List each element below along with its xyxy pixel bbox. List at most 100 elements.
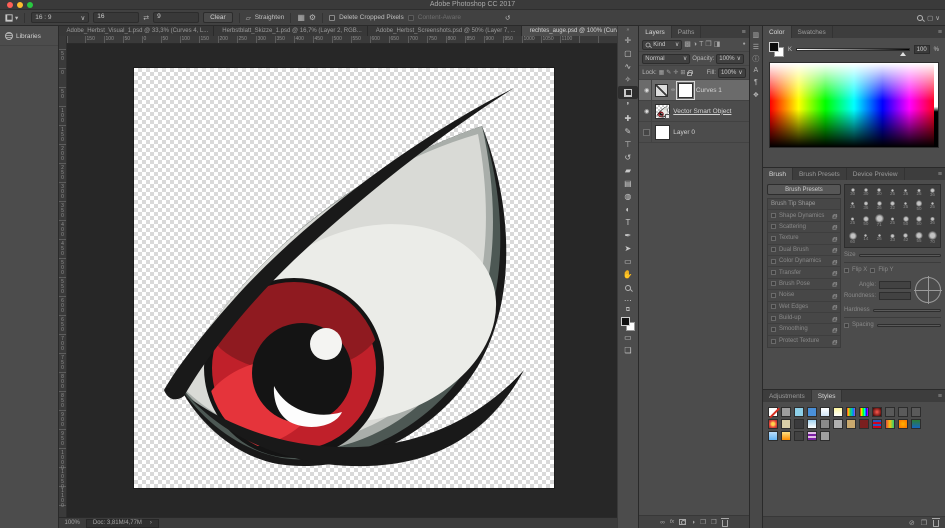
roundness-field[interactable] — [879, 292, 911, 300]
k-slider-thumb[interactable] — [900, 52, 906, 56]
brush-preset[interactable]: 50 — [912, 213, 925, 230]
crop-options-gear-icon[interactable]: ⚙ — [309, 13, 316, 22]
brush-presets-button[interactable]: Brush Presets — [767, 184, 841, 195]
style-swatch[interactable] — [820, 407, 830, 417]
style-swatch[interactable] — [898, 419, 908, 429]
lock-transparency-icon[interactable]: ▦ — [659, 70, 665, 76]
rectangular-marquee-tool[interactable]: ▢ — [618, 47, 638, 60]
tab-swatches[interactable]: Swatches — [792, 26, 833, 38]
reset-tool-icon[interactable]: ↺ — [505, 14, 510, 22]
section-checkbox[interactable] — [771, 259, 776, 264]
foreground-color-chip[interactable] — [769, 42, 779, 52]
brush-section-noise[interactable]: Noise — [768, 290, 840, 301]
lasso-tool[interactable]: ∿ — [618, 60, 638, 73]
brush-preset[interactable]: 50 — [912, 198, 925, 212]
style-swatch[interactable] — [807, 431, 817, 441]
lock-artboard-icon[interactable]: ⊞ — [680, 70, 685, 76]
curves-thumbnail[interactable] — [655, 84, 668, 97]
brush-angle-preview[interactable] — [915, 277, 941, 303]
layer-name[interactable]: Layer 0 — [673, 129, 695, 136]
edit-toolbar-button[interactable]: ⋯ — [618, 294, 638, 307]
section-checkbox[interactable] — [771, 304, 776, 309]
flip-x-checkbox[interactable] — [844, 268, 849, 273]
style-swatch[interactable] — [820, 431, 830, 441]
eyedropper-tool[interactable]: ❜ — [618, 99, 638, 112]
brush-section-wet-edges[interactable]: Wet Edges — [768, 302, 840, 313]
filter-type-layers-icon[interactable]: T — [699, 41, 703, 48]
angle-field[interactable] — [879, 281, 911, 289]
style-swatch[interactable] — [807, 419, 817, 429]
spot-healing-brush-tool[interactable]: ✚ — [618, 112, 638, 125]
tab-color[interactable]: Color — [763, 26, 792, 38]
style-swatch[interactable] — [885, 407, 895, 417]
section-checkbox[interactable] — [771, 270, 776, 275]
clone-stamp-tool[interactable]: ⊤ — [618, 138, 638, 151]
section-checkbox[interactable] — [771, 281, 776, 286]
brush-section-build-up[interactable]: Build-up — [768, 313, 840, 324]
style-swatch[interactable] — [794, 407, 804, 417]
style-swatch[interactable] — [898, 407, 908, 417]
brush-preset[interactable]: 32 — [886, 198, 899, 212]
style-swatch[interactable] — [781, 407, 791, 417]
zoom-level-field[interactable]: 100% — [65, 520, 80, 526]
spacing-checkbox[interactable] — [844, 323, 849, 328]
pen-tool[interactable]: ✒ — [618, 229, 638, 242]
add-layer-mask-icon[interactable] — [679, 519, 686, 525]
tab-brush-presets[interactable]: Brush Presets — [793, 168, 847, 180]
brush-preset[interactable]: 25 — [886, 186, 899, 198]
section-checkbox[interactable] — [771, 316, 776, 321]
color-spectrum-ramp[interactable] — [769, 62, 939, 148]
brush-preset[interactable]: 25 — [886, 213, 899, 230]
style-swatch[interactable] — [911, 419, 921, 429]
lock-icon[interactable] — [832, 341, 836, 344]
brush-tool[interactable]: ✎ — [618, 125, 638, 138]
lock-all-icon[interactable] — [687, 72, 692, 76]
brush-preset[interactable]: 30 — [859, 186, 872, 198]
content-aware-checkbox[interactable] — [408, 15, 414, 21]
section-checkbox[interactable] — [771, 236, 776, 241]
brush-preset[interactable]: 60 — [846, 229, 859, 246]
style-swatch[interactable] — [859, 407, 869, 417]
brush-preset[interactable]: 55 — [912, 229, 925, 246]
crop-ratio-preset-select[interactable]: 16 : 9 ∨ — [31, 12, 89, 23]
k-slider[interactable] — [796, 48, 910, 51]
lock-icon[interactable] — [832, 329, 836, 332]
link-layers-icon[interactable]: ∞ — [660, 519, 665, 526]
brush-section-color-dynamics[interactable]: Color Dynamics — [768, 256, 840, 267]
foreground-color-swatch[interactable] — [621, 317, 630, 326]
brush-preset[interactable]: 14 — [859, 229, 872, 246]
type-tool[interactable]: T — [618, 216, 638, 229]
blend-mode-select[interactable]: Normal ∨ — [642, 54, 690, 64]
brush-preset[interactable]: 25 — [912, 186, 925, 198]
section-checkbox[interactable] — [771, 293, 776, 298]
tab-layers[interactable]: Layers — [639, 26, 672, 38]
swap-dimensions-icon[interactable]: ⇄ — [143, 14, 149, 22]
brush-section-scattering[interactable]: Scattering — [768, 222, 840, 233]
size-slider[interactable] — [859, 254, 941, 257]
straighten-label[interactable]: Straighten — [255, 14, 285, 21]
filter-toggle-icon[interactable]: ● — [743, 42, 746, 47]
filter-pixel-layers-icon[interactable]: ▩ — [684, 41, 691, 48]
k-value-field[interactable]: 100 — [914, 45, 930, 54]
panel-menu-icon[interactable]: ≡ — [739, 26, 749, 38]
style-swatch[interactable] — [846, 419, 856, 429]
style-swatch[interactable] — [859, 419, 869, 429]
brush-preset[interactable]: 25 — [846, 213, 859, 230]
tab-adjustments[interactable]: Adjustments — [763, 390, 812, 402]
new-adjustment-layer-icon[interactable]: ◑ — [691, 519, 695, 526]
section-checkbox[interactable] — [771, 247, 776, 252]
style-swatch[interactable] — [768, 419, 778, 429]
section-checkbox[interactable] — [771, 213, 776, 218]
lock-icon[interactable] — [832, 307, 836, 310]
quick-selection-tool[interactable]: ✧ — [618, 73, 638, 86]
tab-brush[interactable]: Brush — [763, 168, 793, 180]
panel-menu-icon[interactable]: ≡ — [935, 26, 945, 38]
properties-panel-icon[interactable]: ☰ — [750, 41, 762, 52]
brush-section-dual-brush[interactable]: Dual Brush — [768, 245, 840, 256]
brush-preset[interactable]: 30 — [846, 186, 859, 198]
brush-section-shape-dynamics[interactable]: Shape Dynamics — [768, 210, 840, 221]
lock-icon[interactable] — [832, 295, 836, 298]
zoom-window-button[interactable] — [27, 2, 33, 8]
document-tab[interactable]: Adobe_Herbst_Visual_1.psd @ 33,3% (Curve… — [59, 26, 215, 36]
canvas-pasteboard[interactable]: 5005010015020025030035040045050055060065… — [59, 44, 617, 517]
